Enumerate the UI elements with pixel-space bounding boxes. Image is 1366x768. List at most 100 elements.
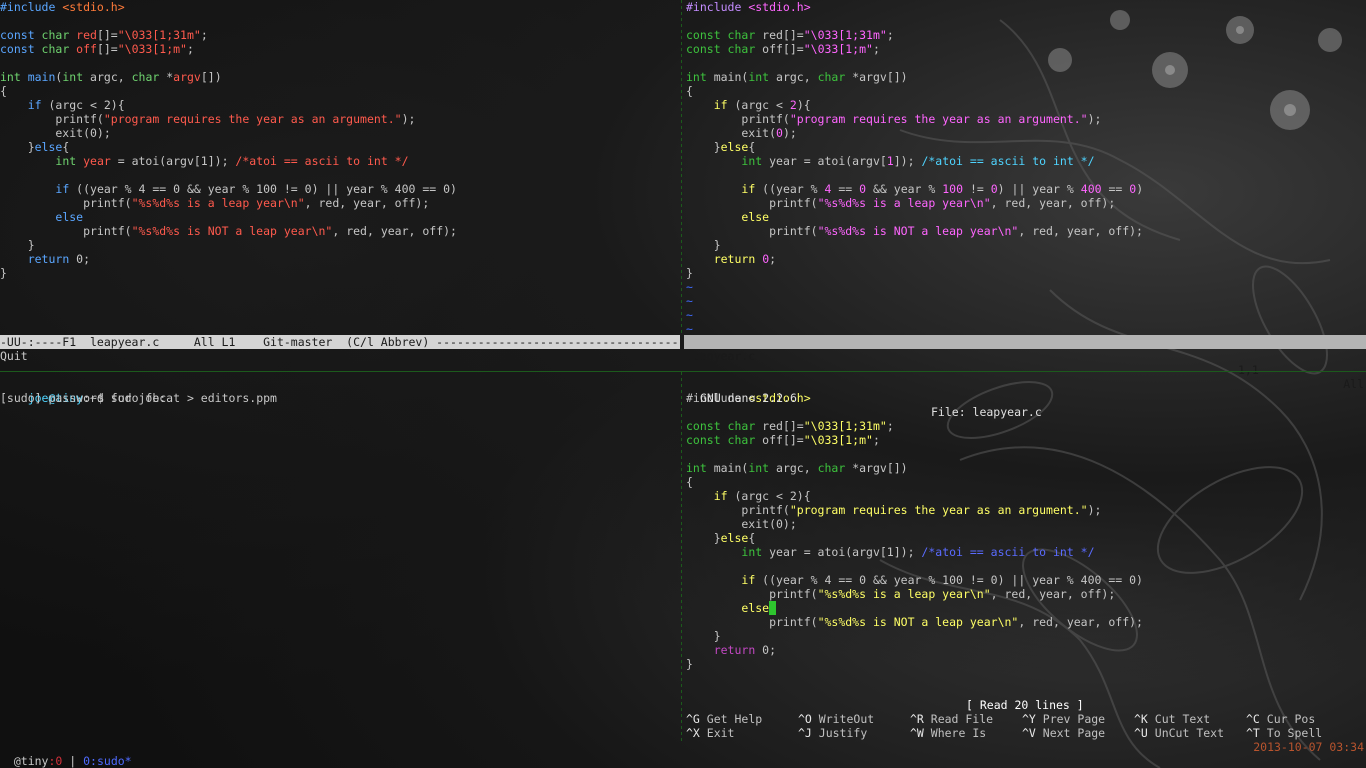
nano-shortcut[interactable]: ^Y Prev Page: [1022, 712, 1105, 726]
nano-shortcut-row-2: ^X Exit ^J Justify ^W Where Is ^V Next Page…: [686, 726, 1366, 740]
vim-code-line[interactable]: return 0;: [686, 252, 1366, 266]
vim-code-line[interactable]: const char red[]="\033[1;31m";: [686, 28, 1366, 42]
emacs-code-line[interactable]: printf("%s%d%s is NOT a leap year\n", re…: [0, 224, 680, 238]
nano-code-line[interactable]: return 0;: [686, 643, 1366, 657]
vim-code-line[interactable]: printf("%s%d%s is NOT a leap year\n", re…: [686, 224, 1366, 238]
vim-code-line[interactable]: printf("%s%d%s is a leap year\n", red, y…: [686, 196, 1366, 210]
nano-shortcut[interactable]: ^V Next Page: [1022, 726, 1105, 740]
vim-code-line[interactable]: printf("program requires the year as an …: [686, 112, 1366, 126]
emacs-code-line[interactable]: [0, 14, 680, 28]
nano-code-token: "%s%d%s is a leap year\n": [817, 587, 991, 601]
vim-code-token: [686, 182, 741, 196]
vim-code-line[interactable]: int main(int argc, char *argv[]): [686, 70, 1366, 84]
vim-code-token: && year %: [866, 182, 943, 196]
nano-shortcut[interactable]: ^J Justify: [798, 726, 867, 740]
vim-code-line[interactable]: ~: [686, 308, 1366, 322]
nano-code-line[interactable]: if ((year % 4 == 0 && year % 100 != 0) |…: [686, 573, 1366, 587]
emacs-code-line[interactable]: }: [0, 266, 680, 280]
vim-code-area[interactable]: #include <stdio.h> const char red[]="\033…: [686, 0, 1366, 335]
nano-code-line[interactable]: const char red[]="\033[1;31m";: [686, 419, 1366, 433]
nano-shortcut[interactable]: ^R Read File: [910, 712, 993, 726]
vim-code-line[interactable]: [686, 168, 1366, 182]
emacs-code-line[interactable]: int year = atoi(argv[1]); /*atoi == asci…: [0, 154, 680, 168]
vim-code-token: 0: [990, 182, 998, 196]
nano-shortcut[interactable]: ^G Get Help: [686, 712, 762, 726]
vim-code-line[interactable]: }: [686, 238, 1366, 252]
nano-code-token: char: [817, 461, 853, 475]
vim-code-line[interactable]: {: [686, 84, 1366, 98]
emacs-code-line[interactable]: if (argc < 2){: [0, 98, 680, 112]
vertical-pane-divider-lower[interactable]: [681, 372, 682, 742]
vim-code-token: if: [741, 182, 756, 196]
emacs-modeline: -UU-:----F1 leapyear.c All L1 Git-master…: [0, 335, 680, 349]
nano-code-line[interactable]: }: [686, 657, 1366, 671]
vim-code-line[interactable]: }else{: [686, 140, 1366, 154]
emacs-code-line[interactable]: [0, 56, 680, 70]
nano-shortcut[interactable]: ^X Exit: [686, 726, 734, 740]
emacs-code-line[interactable]: exit(0);: [0, 126, 680, 140]
emacs-code-line[interactable]: }else{: [0, 140, 680, 154]
vim-code-line[interactable]: exit(0);: [686, 126, 1366, 140]
vim-code-line[interactable]: [686, 14, 1366, 28]
vim-code-line[interactable]: #include <stdio.h>: [686, 0, 1366, 14]
nano-editor-pane[interactable]: GNU nano 2.2.6 File: leapyear.c #include…: [686, 377, 1366, 741]
emacs-code-token: );: [401, 112, 416, 126]
nano-code-line[interactable]: [686, 559, 1366, 573]
emacs-editor-pane[interactable]: #include <stdio.h> const char red[]="\033…: [0, 0, 680, 335]
nano-version: GNU nano 2.2.6: [700, 391, 797, 405]
nano-code-line[interactable]: if (argc < 2){: [686, 489, 1366, 503]
vim-code-line[interactable]: ~: [686, 322, 1366, 335]
emacs-code-line[interactable]: int main(int argc, char *argv[]): [0, 70, 680, 84]
nano-shortcut[interactable]: ^W Where Is: [910, 726, 986, 740]
nano-code-token: main(: [713, 461, 749, 475]
nano-code-line[interactable]: [686, 447, 1366, 461]
nano-shortcut[interactable]: ^O WriteOut: [798, 712, 874, 726]
emacs-code-line[interactable]: printf("program requires the year as an …: [0, 112, 680, 126]
emacs-code-line[interactable]: else: [0, 210, 680, 224]
nano-code-line[interactable]: exit(0);: [686, 517, 1366, 531]
nano-code-line[interactable]: const char off[]="\033[1;m";: [686, 433, 1366, 447]
emacs-code-token: const: [0, 28, 42, 42]
nano-code-token: if: [713, 489, 728, 503]
shell-pane[interactable]: joe@tiny:~$ sudo fbcat > editors.ppm [su…: [0, 377, 680, 737]
nano-shortcut[interactable]: ^T To Spell: [1246, 726, 1322, 740]
nano-code-line[interactable]: printf("%s%d%s is NOT a leap year\n", re…: [686, 615, 1366, 629]
vim-code-line[interactable]: ~: [686, 280, 1366, 294]
vim-code-line[interactable]: if ((year % 4 == 0 && year % 100 != 0) |…: [686, 182, 1366, 196]
vim-code-line[interactable]: if (argc < 2){: [686, 98, 1366, 112]
nano-code-line[interactable]: printf("program requires the year as an …: [686, 503, 1366, 517]
emacs-code-line[interactable]: {: [0, 84, 680, 98]
vim-code-line[interactable]: ~: [686, 294, 1366, 308]
vim-editor-pane[interactable]: #include <stdio.h> const char red[]="\033…: [686, 0, 1366, 335]
emacs-code-line[interactable]: }: [0, 238, 680, 252]
vim-code-line[interactable]: [686, 56, 1366, 70]
emacs-code-area[interactable]: #include <stdio.h> const char red[]="\033…: [0, 0, 680, 280]
nano-shortcut[interactable]: ^C Cur Pos: [1246, 712, 1315, 726]
tmux-window-tab[interactable]: 0:sudo*: [83, 754, 131, 768]
emacs-code-line[interactable]: const char off[]="\033[1;m";: [0, 42, 680, 56]
nano-code-line[interactable]: int main(int argc, char *argv[]): [686, 461, 1366, 475]
vim-code-line[interactable]: int year = atoi(argv[1]); /*atoi == asci…: [686, 154, 1366, 168]
nano-code-line[interactable]: printf("%s%d%s is a leap year\n", red, y…: [686, 587, 1366, 601]
emacs-code-line[interactable]: return 0;: [0, 252, 680, 266]
emacs-code-line[interactable]: #include <stdio.h>: [0, 0, 680, 14]
emacs-code-line[interactable]: const char red[]="\033[1;31m";: [0, 28, 680, 42]
vim-code-line[interactable]: const char off[]="\033[1;m";: [686, 42, 1366, 56]
emacs-code-line[interactable]: [0, 168, 680, 182]
nano-shortcut[interactable]: ^U UnCut Text: [1134, 726, 1224, 740]
emacs-code-line[interactable]: printf("%s%d%s is a leap year\n", red, y…: [0, 196, 680, 210]
emacs-code-token: {: [0, 84, 7, 98]
vertical-pane-divider[interactable]: [681, 0, 682, 335]
nano-code-line[interactable]: }else{: [686, 531, 1366, 545]
nano-code-line[interactable]: {: [686, 475, 1366, 489]
nano-code-area[interactable]: #include <stdio.h> const char red[]="\033…: [686, 391, 1366, 671]
vim-code-line[interactable]: }: [686, 266, 1366, 280]
nano-code-line[interactable]: int year = atoi(argv[1]); /*atoi == asci…: [686, 545, 1366, 559]
horizontal-pane-divider[interactable]: [0, 371, 1366, 372]
nano-code-line[interactable]: }: [686, 629, 1366, 643]
vim-code-token: (argc <: [727, 98, 790, 112]
vim-code-line[interactable]: else: [686, 210, 1366, 224]
nano-shortcut[interactable]: ^K Cut Text: [1134, 712, 1210, 726]
emacs-code-line[interactable]: if ((year % 4 == 0 && year % 100 != 0) |…: [0, 182, 680, 196]
nano-code-line[interactable]: else: [686, 601, 1366, 615]
